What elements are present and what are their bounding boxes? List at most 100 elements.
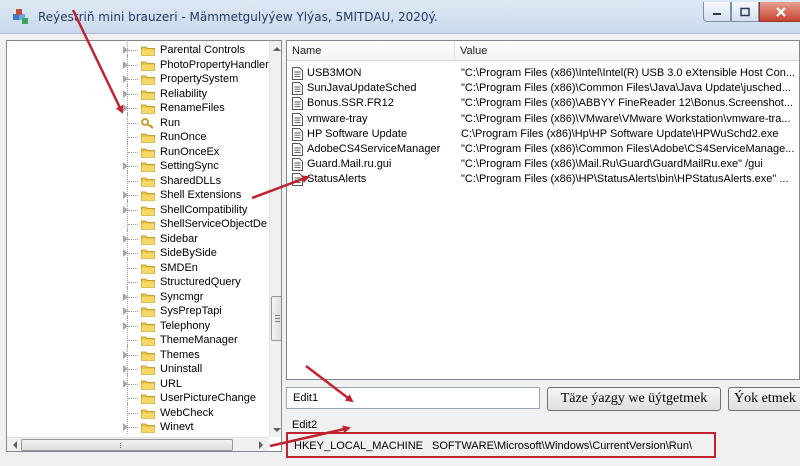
tree-item-label: Themes <box>160 348 200 361</box>
table-row[interactable]: SunJavaUpdateSched "C:\Program Files (x86… <box>287 81 799 96</box>
tree-item[interactable]: PhotoPropertyHandler <box>7 54 269 72</box>
value-name-cell: AdobeCS4ServiceManager <box>307 143 441 155</box>
minimize-button[interactable] <box>703 2 731 22</box>
folder-icon <box>141 264 155 274</box>
expand-arrow-icon[interactable] <box>123 365 128 373</box>
tree-item[interactable]: Themes <box>7 344 269 362</box>
scroll-up-icon[interactable] <box>273 47 281 51</box>
string-value-icon <box>292 82 303 96</box>
tree-item-label: RunOnce <box>160 131 207 143</box>
column-header-value[interactable]: Value <box>455 41 799 61</box>
tree-item-label: Winevt <box>160 421 194 433</box>
folder-icon <box>141 322 155 332</box>
expand-arrow-icon[interactable] <box>123 89 128 98</box>
table-row[interactable]: StatusAlerts "C:\Program Files (x86)\HP\S… <box>287 172 799 187</box>
tree-item[interactable]: URL <box>7 373 269 391</box>
table-row[interactable]: Guard.Mail.ru.gui "C:\Program Files (x86)… <box>287 157 799 172</box>
window-title: Reýestriň mini brauzeri - Mämmetgulyýew … <box>38 10 438 24</box>
maximize-button[interactable] <box>731 2 759 22</box>
registry-key-tree[interactable]: Winevt WebCheck UserPictureChange URL Uninst… <box>6 40 282 452</box>
expand-arrow-icon[interactable] <box>123 234 128 243</box>
expand-arrow-icon[interactable] <box>123 46 128 54</box>
app-window: Reýestriň mini brauzeri - Mämmetgulyýew … <box>0 0 800 466</box>
expand-arrow-icon[interactable] <box>123 350 128 359</box>
expand-arrow-icon[interactable] <box>123 60 128 69</box>
folder-icon <box>141 177 155 187</box>
tree-hscroll-thumb[interactable] <box>21 439 233 451</box>
tree-item[interactable]: SysPrepTapi <box>7 301 269 318</box>
value-name-cell: HP Software Update <box>307 127 408 140</box>
table-row[interactable]: Bonus.SSR.FR12 "C:\Program Files (x86)\AB… <box>287 96 799 111</box>
column-header-name[interactable]: Name <box>287 41 455 61</box>
folder-icon <box>141 235 155 245</box>
expand-arrow-icon[interactable] <box>123 249 128 257</box>
expand-arrow-icon[interactable] <box>123 379 128 388</box>
title-bar[interactable]: Reýestriň mini brauzeri - Mämmetgulyýew … <box>0 0 800 34</box>
table-row[interactable]: AdobeCS4ServiceManager "C:\Program Files … <box>287 142 799 157</box>
folder-icon <box>141 307 155 317</box>
add-change-button[interactable]: Täze ýazgy we üýtgetmek <box>547 387 721 411</box>
tree-item[interactable]: PropertySystem <box>7 69 269 86</box>
tree-item[interactable]: Uninstall <box>7 359 269 376</box>
tree-item[interactable]: RunOnceEx <box>7 141 269 159</box>
string-value-icon <box>292 112 303 126</box>
tree-item[interactable]: ShellCompatibility <box>7 199 269 217</box>
expand-arrow-icon[interactable] <box>123 321 128 330</box>
tree-item[interactable]: Sidebar <box>7 228 269 246</box>
value-data-cell: "C:\Program Files (x86)\Intel\Intel(R) U… <box>461 67 795 79</box>
value-data-cell: "C:\Program Files (x86)\Common Files\Jav… <box>461 82 791 95</box>
tree-item[interactable]: SMDEn <box>7 257 269 275</box>
tree-item[interactable]: UserPictureChange <box>7 388 269 405</box>
tree-item-label: Sidebar <box>160 232 198 245</box>
expand-arrow-icon[interactable] <box>123 307 128 315</box>
registry-values-list[interactable]: Name Value USB3MON "C:\Program Files (x86… <box>286 40 800 380</box>
list-header: Name Value <box>287 41 799 61</box>
folder-icon <box>141 46 155 56</box>
tree-item[interactable]: Shell Extensions <box>7 185 269 202</box>
tree-item[interactable]: Parental Controls <box>7 41 269 57</box>
scroll-down-icon[interactable] <box>273 428 281 432</box>
expand-arrow-icon[interactable] <box>123 423 128 431</box>
string-value-icon <box>292 67 303 80</box>
table-row[interactable]: USB3MON "C:\Program Files (x86)\Intel\Int… <box>287 66 799 81</box>
maximize-icon <box>740 7 750 16</box>
value-name-cell: USB3MON <box>307 67 362 79</box>
expand-arrow-icon[interactable] <box>123 205 128 214</box>
close-button[interactable] <box>759 2 800 22</box>
folder-icon <box>141 133 155 143</box>
scroll-right-icon[interactable] <box>259 441 263 449</box>
tree-item[interactable]: Run <box>7 112 269 130</box>
tree-item[interactable]: RunOnce <box>7 127 269 144</box>
tree-item[interactable]: WebCheck <box>7 402 269 420</box>
expand-arrow-icon[interactable] <box>123 75 128 83</box>
string-value-icon <box>292 127 303 141</box>
expand-arrow-icon[interactable] <box>123 292 128 301</box>
table-row[interactable]: HP Software Update C:\Program Files (x86)… <box>287 127 799 142</box>
tree-item[interactable]: ShellServiceObjectDe <box>7 214 269 231</box>
expand-arrow-icon[interactable] <box>123 162 128 170</box>
tree-item[interactable]: Winevt <box>7 417 269 434</box>
tree-item[interactable]: SharedDLLs <box>7 170 269 188</box>
tree-item[interactable]: Syncmgr <box>7 286 269 304</box>
tree-item-label: PropertySystem <box>160 73 239 85</box>
value-data-cell: "C:\Program Files (x86)\VMware\VMware Wo… <box>461 112 791 125</box>
tree-item-label: ShellServiceObjectDe <box>160 218 267 230</box>
scroll-left-icon[interactable] <box>13 441 17 449</box>
tree-item[interactable]: RenameFiles <box>7 98 269 115</box>
edit1-field[interactable]: Edit1 <box>286 387 540 409</box>
expand-arrow-icon[interactable] <box>123 191 128 199</box>
tree-item[interactable]: Reliability <box>7 83 269 101</box>
value-data-cell: C:\Program Files (x86)\Hp\HP Software Up… <box>461 127 779 140</box>
tree-item[interactable]: SettingSync <box>7 156 269 173</box>
tree-horizontal-scrollbar[interactable] <box>7 437 269 451</box>
tree-item[interactable]: ThemeManager <box>7 330 269 347</box>
delete-button[interactable]: Ýok etmek <box>728 387 800 411</box>
expand-arrow-icon[interactable] <box>123 104 128 112</box>
tree-scroll-thumb[interactable] <box>271 296 281 341</box>
tree-item[interactable]: SideBySide <box>7 243 269 260</box>
tree-item[interactable]: Telephony <box>7 315 269 333</box>
tree-item[interactable]: StructuredQuery <box>7 272 269 289</box>
tree-item-label: PhotoPropertyHandler <box>160 58 269 71</box>
table-row[interactable]: vmware-tray "C:\Program Files (x86)\VMwar… <box>287 112 799 127</box>
tree-vertical-scrollbar[interactable] <box>269 41 281 437</box>
